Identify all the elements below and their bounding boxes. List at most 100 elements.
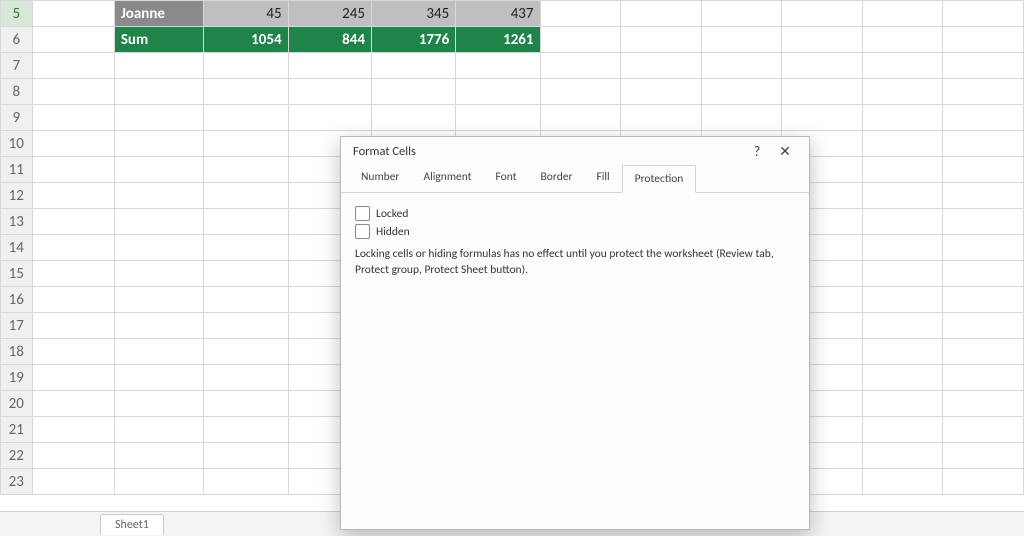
cell[interactable] bbox=[540, 105, 621, 131]
cell[interactable] bbox=[32, 339, 114, 365]
cell[interactable]: 1261 bbox=[456, 27, 540, 53]
cell[interactable]: 844 bbox=[288, 27, 371, 53]
cell[interactable] bbox=[943, 443, 1024, 469]
cell[interactable] bbox=[862, 53, 943, 79]
cell[interactable] bbox=[943, 105, 1024, 131]
row-header[interactable]: 16 bbox=[1, 287, 33, 313]
close-button[interactable]: ✕ bbox=[771, 143, 799, 160]
tab-number[interactable]: Number bbox=[349, 164, 411, 192]
row-header[interactable]: 15 bbox=[1, 261, 33, 287]
row-header[interactable]: 6 bbox=[1, 27, 33, 53]
cell[interactable] bbox=[204, 261, 288, 287]
cell[interactable] bbox=[204, 287, 288, 313]
cell[interactable] bbox=[621, 79, 702, 105]
cell[interactable] bbox=[32, 79, 114, 105]
cell[interactable] bbox=[32, 1, 114, 27]
cell[interactable] bbox=[701, 1, 782, 27]
cell[interactable] bbox=[204, 157, 288, 183]
cell[interactable] bbox=[32, 365, 114, 391]
cell[interactable] bbox=[862, 339, 943, 365]
tab-font[interactable]: Font bbox=[484, 164, 529, 192]
cell[interactable] bbox=[943, 417, 1024, 443]
cell[interactable] bbox=[540, 1, 621, 27]
cell[interactable] bbox=[204, 443, 288, 469]
cell[interactable] bbox=[621, 53, 702, 79]
cell[interactable] bbox=[32, 261, 114, 287]
cell[interactable]: 1776 bbox=[371, 27, 455, 53]
cell[interactable]: 245 bbox=[288, 1, 371, 27]
sheet-tab[interactable]: Sheet1 bbox=[100, 514, 164, 535]
cell[interactable]: 437 bbox=[456, 1, 540, 27]
row-header[interactable]: 18 bbox=[1, 339, 33, 365]
cell[interactable] bbox=[204, 469, 288, 495]
cell[interactable] bbox=[621, 27, 702, 53]
cell[interactable] bbox=[114, 287, 203, 313]
cell[interactable] bbox=[943, 469, 1024, 495]
cell[interactable] bbox=[701, 79, 782, 105]
tab-border[interactable]: Border bbox=[529, 164, 585, 192]
cell[interactable] bbox=[114, 391, 203, 417]
cell[interactable] bbox=[32, 27, 114, 53]
row-header[interactable]: 23 bbox=[1, 469, 33, 495]
cell[interactable] bbox=[943, 391, 1024, 417]
cell[interactable] bbox=[943, 27, 1024, 53]
cell[interactable] bbox=[114, 131, 203, 157]
cell[interactable] bbox=[456, 105, 540, 131]
row-header[interactable]: 19 bbox=[1, 365, 33, 391]
row-header[interactable]: 17 bbox=[1, 313, 33, 339]
row-header[interactable]: 7 bbox=[1, 53, 33, 79]
cell[interactable]: 45 bbox=[204, 1, 288, 27]
cell[interactable] bbox=[204, 391, 288, 417]
cell[interactable] bbox=[371, 53, 455, 79]
cell[interactable]: Sum bbox=[114, 27, 203, 53]
cell[interactable] bbox=[701, 27, 782, 53]
cell[interactable] bbox=[943, 287, 1024, 313]
cell[interactable] bbox=[32, 53, 114, 79]
cell[interactable] bbox=[204, 339, 288, 365]
cell[interactable] bbox=[943, 79, 1024, 105]
row-header[interactable]: 22 bbox=[1, 443, 33, 469]
cell[interactable] bbox=[371, 79, 455, 105]
cell[interactable] bbox=[862, 27, 943, 53]
cell[interactable] bbox=[204, 209, 288, 235]
cell[interactable] bbox=[701, 105, 782, 131]
cell[interactable] bbox=[114, 469, 203, 495]
cell[interactable] bbox=[288, 79, 371, 105]
cell[interactable] bbox=[862, 1, 943, 27]
cell[interactable] bbox=[862, 235, 943, 261]
cell[interactable] bbox=[540, 27, 621, 53]
cell[interactable] bbox=[862, 105, 943, 131]
cell[interactable] bbox=[943, 313, 1024, 339]
cell[interactable] bbox=[456, 79, 540, 105]
cell[interactable] bbox=[204, 79, 288, 105]
tab-protection[interactable]: Protection bbox=[622, 165, 697, 193]
cell[interactable]: 1054 bbox=[204, 27, 288, 53]
cell[interactable] bbox=[204, 183, 288, 209]
cell[interactable] bbox=[862, 443, 943, 469]
row-header[interactable]: 13 bbox=[1, 209, 33, 235]
cell[interactable] bbox=[943, 235, 1024, 261]
cell[interactable] bbox=[32, 313, 114, 339]
cell[interactable] bbox=[114, 443, 203, 469]
row-header[interactable]: 11 bbox=[1, 157, 33, 183]
cell[interactable] bbox=[782, 27, 863, 53]
cell[interactable] bbox=[943, 183, 1024, 209]
row-header[interactable]: 8 bbox=[1, 79, 33, 105]
cell[interactable] bbox=[782, 79, 863, 105]
cell[interactable] bbox=[114, 235, 203, 261]
cell[interactable] bbox=[540, 79, 621, 105]
cell[interactable] bbox=[288, 53, 371, 79]
help-button[interactable]: ? bbox=[743, 143, 771, 160]
cell[interactable] bbox=[862, 183, 943, 209]
cell[interactable] bbox=[943, 261, 1024, 287]
tab-fill[interactable]: Fill bbox=[584, 164, 621, 192]
cell[interactable] bbox=[114, 157, 203, 183]
cell[interactable] bbox=[862, 391, 943, 417]
locked-checkbox[interactable]: Locked bbox=[355, 206, 795, 221]
cell[interactable]: Joanne bbox=[114, 1, 203, 27]
cell[interactable] bbox=[862, 365, 943, 391]
cell[interactable] bbox=[204, 105, 288, 131]
row-header[interactable]: 20 bbox=[1, 391, 33, 417]
row-header[interactable]: 21 bbox=[1, 417, 33, 443]
hidden-checkbox[interactable]: Hidden bbox=[355, 224, 795, 239]
